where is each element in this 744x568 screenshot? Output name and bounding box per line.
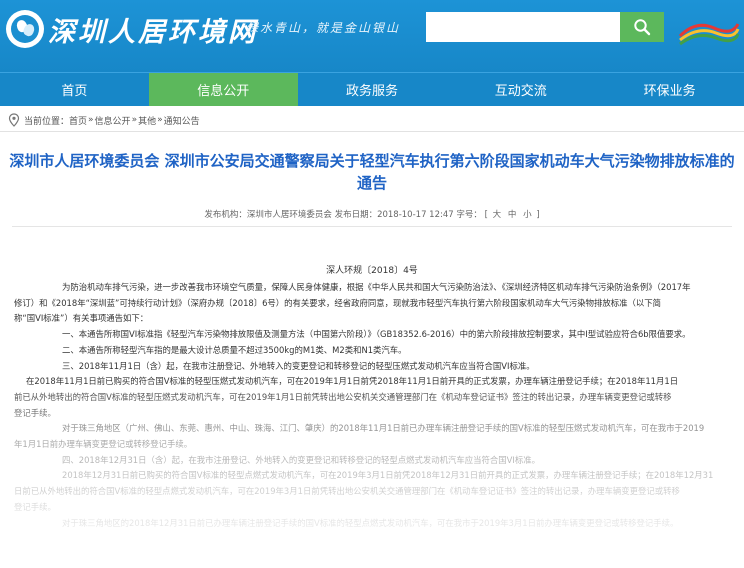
body-line: 对于珠三角地区（广州、佛山、东莞、惠州、中山、珠海、江门、肇庆）的2018年11…: [62, 423, 705, 434]
body-line: 登记手续。: [14, 407, 56, 418]
document-number: 深人环规〔2018〕4号: [326, 266, 418, 276]
body-line: 四、2018年12月31日（含）起，在我市注册登记、外地转入的变更登记和转移登记…: [62, 454, 540, 465]
font-size-small-button[interactable]: 小: [523, 210, 532, 220]
body-line: 一、本通告所称国VI标准指《轻型汽车污染物排放限值及测量方法（中国第六阶段）》（…: [62, 329, 691, 340]
body-line: 登记手续。: [14, 501, 56, 512]
site-logo-icon[interactable]: [6, 10, 44, 48]
article-title: 深圳市人居环境委员会 深圳市公安局交通警察局关于轻型汽车执行第六阶段国家机动车大…: [9, 152, 735, 192]
site-slogan: 绿水青山，就是金山银山: [246, 21, 401, 35]
meta-date: 发布日期：2018-10-17 12:47: [334, 210, 454, 220]
meta-divider: [12, 226, 732, 227]
breadcrumb-item-notices[interactable]: 通知公告: [164, 114, 200, 127]
breadcrumb-item-other[interactable]: 其他: [138, 114, 156, 127]
body-line: 前已从外地转出的符合国Ⅴ标准的轻型压燃式发动机汽车，可在2019年1月1日前凭转…: [14, 391, 672, 402]
nav-item-info-disclosure[interactable]: 信息公开: [148, 73, 298, 106]
body-line: 2018年12月31日前已购买的符合国Ⅴ标准的轻型点燃式发动机汽车，可在2019…: [62, 470, 714, 481]
body-line: 对于珠三角地区的2018年12月31日前已办理车辆注册登记手续的国Ⅴ标准的轻型点…: [62, 517, 679, 528]
nav-item-environmental-business[interactable]: 环保业务: [595, 73, 744, 106]
search-icon: [634, 19, 651, 36]
location-pin-icon: [8, 113, 20, 127]
search-input[interactable]: [426, 12, 620, 42]
breadcrumb-item-info-disclosure[interactable]: 信息公开: [95, 114, 131, 127]
shenzhen-environment-logo-icon: [678, 23, 740, 46]
main-nav: 首页 信息公开 政务服务 互动交流 环保业务: [0, 72, 744, 106]
meta-size-label: 字号：: [456, 210, 482, 220]
font-size-large-button[interactable]: 大: [493, 210, 502, 220]
nav-item-home[interactable]: 首页: [0, 73, 149, 106]
site-header: 深圳人居环境网 绿水青山，就是金山银山: [0, 0, 744, 72]
search-button[interactable]: [620, 12, 664, 42]
body-line: 为防治机动车排气污染，进一步改善我市环境空气质量，保障人民身体健康，根据《中华人…: [62, 282, 691, 292]
breadcrumb: 当前位置： 首页 » 信息公开 » 其他 » 通知公告: [8, 112, 200, 128]
breadcrumb-divider: [0, 131, 744, 132]
article-meta: 发布机构：深圳市人居环境委员会 发布日期：2018-10-17 12:47 字号…: [204, 210, 540, 220]
meta-source: 发布机构：深圳市人居环境委员会: [204, 210, 332, 220]
body-line: 在2018年11月1日前已购买的符合国Ⅴ标准的轻型压燃式发动机汽车，可在2019…: [26, 376, 679, 387]
site-title[interactable]: 深圳人居环境网: [48, 10, 258, 49]
body-line: 二、本通告所称轻型汽车指的是最大设计总质量不超过3500kg的M1类、M2类和N…: [62, 344, 407, 355]
font-size-medium-button[interactable]: 中: [508, 210, 517, 220]
breadcrumb-item-home[interactable]: 首页: [69, 114, 87, 127]
body-line: 修订）和《2018年“深圳蓝”可持续行动计划》（深府办规〔2018〕6号）的有关…: [14, 297, 662, 308]
breadcrumb-separator: »: [157, 115, 163, 125]
body-line: 年1月1日前办理车辆变更登记或转移登记手续。: [14, 439, 193, 450]
body-line: 三、2018年11月1日（含）起，在我市注册登记、外地转入的变更登记和转移登记的…: [62, 360, 535, 371]
breadcrumb-separator: »: [131, 115, 138, 125]
body-line: 称“国VI标准”）有关事项通告如下：: [14, 313, 149, 324]
breadcrumb-separator: »: [88, 115, 94, 125]
body-line: 日前已从外地转出的符合国Ⅴ标准的轻型点燃式发动机汽车，可在2019年3月1日前凭…: [14, 486, 680, 497]
nav-item-interaction[interactable]: 互动交流: [446, 73, 595, 106]
nav-item-government-services[interactable]: 政务服务: [298, 73, 447, 106]
breadcrumb-prefix: 当前位置：: [24, 116, 70, 127]
article-body: 为防治机动车排气污染，进一步改善我市环境空气质量，保障人民身体健康，根据《中华人…: [14, 280, 726, 531]
